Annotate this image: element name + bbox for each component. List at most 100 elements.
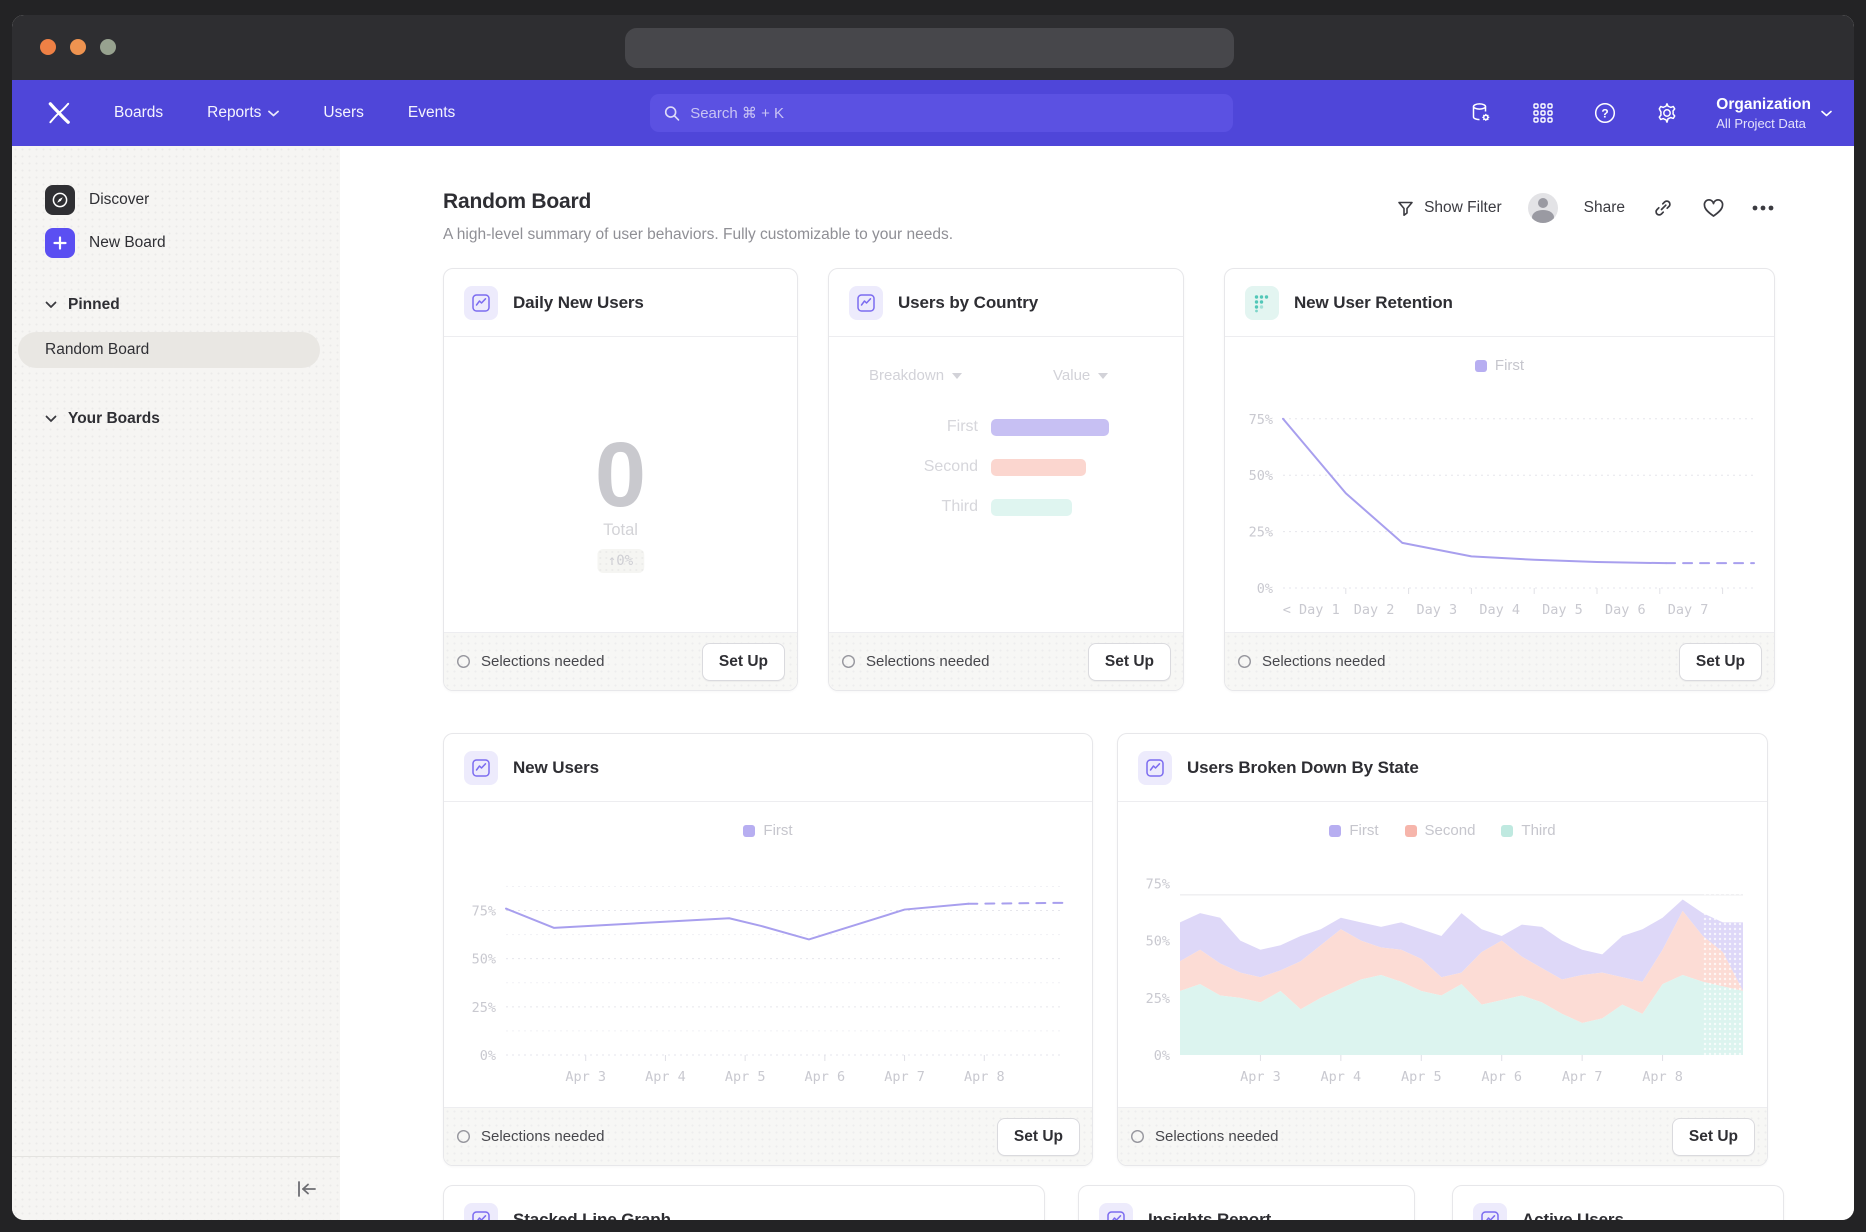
svg-text:< Day 1: < Day 1 xyxy=(1283,602,1340,618)
card-body: FirstSecondThird0%25%50%75%Apr 3Apr 4Apr… xyxy=(1118,802,1767,1107)
line-chart-icon xyxy=(1473,1203,1507,1220)
close-window-button[interactable] xyxy=(40,39,56,55)
legend-swatch-icon xyxy=(743,825,755,837)
value-dropdown[interactable]: Value xyxy=(1053,367,1108,384)
line-chart-icon xyxy=(1099,1203,1133,1220)
sidebar-item-discover[interactable]: Discover xyxy=(12,184,340,216)
legend-swatch-icon xyxy=(1405,825,1417,837)
url-bar[interactable] xyxy=(625,28,1234,68)
line-chart-icon xyxy=(464,1203,498,1220)
card-title: Users by Country xyxy=(898,293,1038,313)
svg-text:Apr 4: Apr 4 xyxy=(645,1069,686,1085)
nav-link-events[interactable]: Events xyxy=(408,104,455,122)
set-up-button[interactable]: Set Up xyxy=(997,1118,1080,1156)
svg-text:Apr 5: Apr 5 xyxy=(725,1069,766,1085)
status-text: Selections needed xyxy=(1155,1128,1278,1145)
set-up-button[interactable]: Set Up xyxy=(1679,643,1762,681)
sidebar-item-random-board[interactable]: Random Board xyxy=(18,332,320,368)
sidebar-section-your-boards[interactable]: Your Boards xyxy=(45,410,160,428)
data-management-icon[interactable] xyxy=(1468,100,1494,126)
card-users-by-country: Users by Country Breakdown Value xyxy=(828,268,1184,691)
svg-text:Apr 5: Apr 5 xyxy=(1401,1069,1442,1085)
chart-legend: First Second Third xyxy=(1118,822,1767,839)
card-header: Insights Report xyxy=(1079,1186,1414,1220)
search-input[interactable] xyxy=(690,105,1219,122)
share-label: Share xyxy=(1584,199,1625,217)
sidebar-item-label: Random Board xyxy=(45,341,149,359)
breakdown-dropdown[interactable]: Breakdown xyxy=(869,367,962,384)
sidebar-section-pinned[interactable]: Pinned xyxy=(45,296,120,314)
svg-text:Day 2: Day 2 xyxy=(1354,602,1395,618)
line-chart-icon xyxy=(464,286,498,320)
card-title: Insights Report xyxy=(1148,1210,1271,1220)
org-switcher[interactable]: Organization All Project Data xyxy=(1716,96,1832,131)
svg-text:Day 5: Day 5 xyxy=(1542,602,1583,618)
search-icon xyxy=(664,105,680,122)
card-new-users: New Users First0%25%50%75%Apr 3Apr 4Apr … xyxy=(443,733,1093,1166)
collapse-sidebar-icon[interactable] xyxy=(296,1180,318,1198)
legend-swatch-icon xyxy=(1329,825,1341,837)
svg-text:Apr 8: Apr 8 xyxy=(964,1069,1005,1085)
legend-label: Third xyxy=(1521,822,1555,839)
zoom-window-button[interactable] xyxy=(100,39,116,55)
card-header: New Users xyxy=(444,734,1092,802)
settings-gear-icon[interactable] xyxy=(1654,100,1680,126)
nav-link-boards[interactable]: Boards xyxy=(114,104,163,122)
card-title: New User Retention xyxy=(1294,293,1453,313)
avatar[interactable] xyxy=(1528,193,1558,223)
bar-second xyxy=(991,459,1086,476)
chevron-down-icon xyxy=(268,110,279,117)
card-daily-new-users: Daily New Users 0 Total ↑0% Selections n… xyxy=(443,268,798,691)
page-description: A high-level summary of user behaviors. … xyxy=(443,226,953,244)
window-controls xyxy=(40,39,116,55)
nav-link-reports[interactable]: Reports xyxy=(207,104,279,122)
legend-item[interactable]: First xyxy=(1329,822,1378,839)
legend-item[interactable]: First xyxy=(743,822,792,839)
sidebar-item-label: Discover xyxy=(89,191,149,209)
share-button[interactable]: Share xyxy=(1584,199,1625,217)
card-body: First0%25%50%75%Apr 3Apr 4Apr 5Apr 6Apr … xyxy=(444,802,1092,1107)
card-active-users: Active Users xyxy=(1452,1185,1784,1220)
svg-text:75%: 75% xyxy=(472,904,496,920)
copy-link-icon[interactable] xyxy=(1651,196,1675,220)
filter-icon xyxy=(1397,200,1414,217)
legend-item[interactable]: Second xyxy=(1405,822,1476,839)
legend-label: First xyxy=(763,822,792,839)
more-options-icon[interactable] xyxy=(1751,196,1775,220)
retention-grid-icon xyxy=(1245,286,1279,320)
svg-text:Apr 7: Apr 7 xyxy=(884,1069,925,1085)
sidebar-item-new-board[interactable]: New Board xyxy=(12,227,340,259)
sidebar-footer xyxy=(12,1156,340,1220)
mixpanel-logo-icon[interactable] xyxy=(44,98,74,128)
global-search[interactable] xyxy=(650,94,1233,132)
card-header: Active Users xyxy=(1453,1186,1783,1220)
minimize-window-button[interactable] xyxy=(70,39,86,55)
card-header: Users Broken Down By State xyxy=(1118,734,1767,802)
set-up-button[interactable]: Set Up xyxy=(1088,643,1171,681)
set-up-button[interactable]: Set Up xyxy=(1672,1118,1755,1156)
apps-grid-icon[interactable] xyxy=(1530,100,1556,126)
show-filter-label: Show Filter xyxy=(1424,199,1502,217)
set-up-button[interactable]: Set Up xyxy=(702,643,785,681)
help-icon[interactable]: ? xyxy=(1592,100,1618,126)
legend-item[interactable]: Third xyxy=(1501,822,1555,839)
favorite-heart-icon[interactable] xyxy=(1701,196,1725,220)
svg-text:Day 7: Day 7 xyxy=(1668,602,1709,618)
org-name: Organization xyxy=(1716,96,1811,114)
navbar-right: ? Organization All Project Data xyxy=(1468,80,1832,146)
value-label: Value xyxy=(1053,367,1090,384)
breakdown-label: Breakdown xyxy=(869,367,944,384)
status-text: Selections needed xyxy=(481,1128,604,1145)
chevron-down-icon xyxy=(1821,110,1832,117)
nav-link-users[interactable]: Users xyxy=(323,104,363,122)
legend-item[interactable]: First xyxy=(1475,357,1524,374)
chevron-down-icon xyxy=(1098,373,1108,379)
sidebar: Discover New Board Pinned Random Board xyxy=(12,146,340,1220)
status-circle-icon xyxy=(1130,1129,1145,1144)
board-actions: Show Filter Share xyxy=(1397,192,1775,224)
country-row: Second xyxy=(829,457,1183,477)
state-stacked-chart: FirstSecondThird0%25%50%75%Apr 3Apr 4Apr… xyxy=(1118,802,1767,1107)
card-title: Users Broken Down By State xyxy=(1187,758,1419,778)
card-title: Daily New Users xyxy=(513,293,644,313)
show-filter-button[interactable]: Show Filter xyxy=(1397,199,1502,217)
